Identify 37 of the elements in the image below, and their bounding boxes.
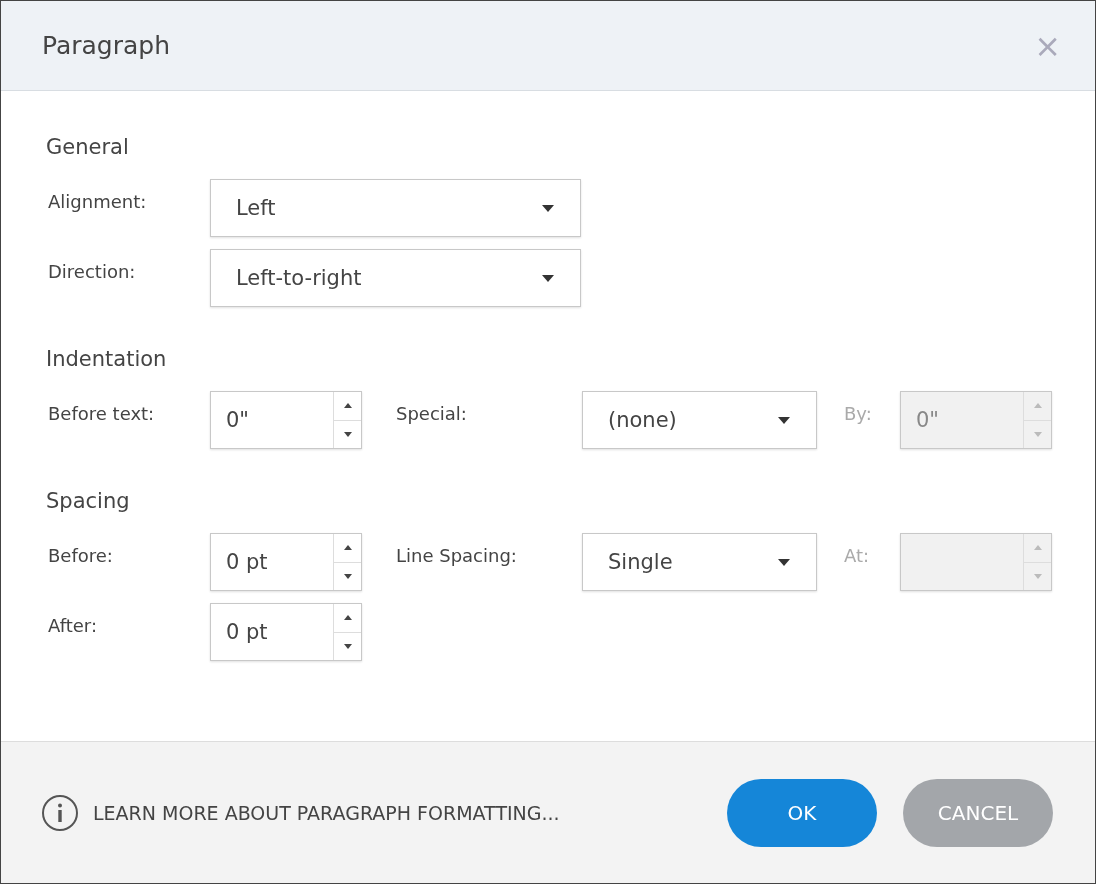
field-label: Direction: [47, 260, 137, 282]
down-arrow-icon [343, 573, 352, 579]
number-field[interactable]: 0 pt [210, 603, 362, 661]
section-heading: Spacing [46, 489, 131, 513]
field-label: Alignment: [47, 190, 148, 212]
section-heading: Indentation [46, 347, 168, 371]
down-arrow-icon [1033, 573, 1042, 579]
dropdown[interactable]: (none) [582, 391, 817, 449]
number-field[interactable]: 0" [210, 391, 362, 449]
caret-icon [778, 416, 790, 424]
number-field[interactable]: 0 pt [210, 533, 362, 591]
up-arrow-icon [1033, 545, 1042, 551]
ok-button[interactable]: OK [727, 778, 877, 847]
caret-icon [542, 274, 554, 282]
section-heading: General [46, 135, 130, 159]
down-arrow-icon [343, 643, 352, 649]
dialog-title: Paragraph [42, 31, 171, 60]
info-icon [41, 793, 79, 832]
up-arrow-icon [343, 403, 352, 409]
up-arrow-icon [343, 615, 352, 621]
dropdown[interactable]: Single [582, 533, 817, 591]
field-label: At: [843, 544, 871, 566]
field-label: After: [47, 614, 98, 636]
field-label: Line Spacing: [395, 544, 518, 566]
caret-icon [778, 558, 790, 566]
up-arrow-icon [343, 545, 352, 551]
help-link[interactable]: LEARN MORE ABOUT PARAGRAPH FORMATTING... [93, 801, 560, 824]
caret-icon [542, 204, 554, 212]
field-label: Special: [395, 402, 468, 424]
field-label: Before: [47, 544, 114, 566]
field-label: By: [843, 402, 873, 424]
dropdown[interactable]: Left-to-right [210, 249, 581, 307]
up-arrow-icon [1033, 403, 1042, 409]
down-arrow-icon [1033, 431, 1042, 437]
dropdown[interactable]: Left [210, 179, 581, 237]
down-arrow-icon [343, 431, 352, 437]
field-label: Before text: [47, 402, 156, 424]
